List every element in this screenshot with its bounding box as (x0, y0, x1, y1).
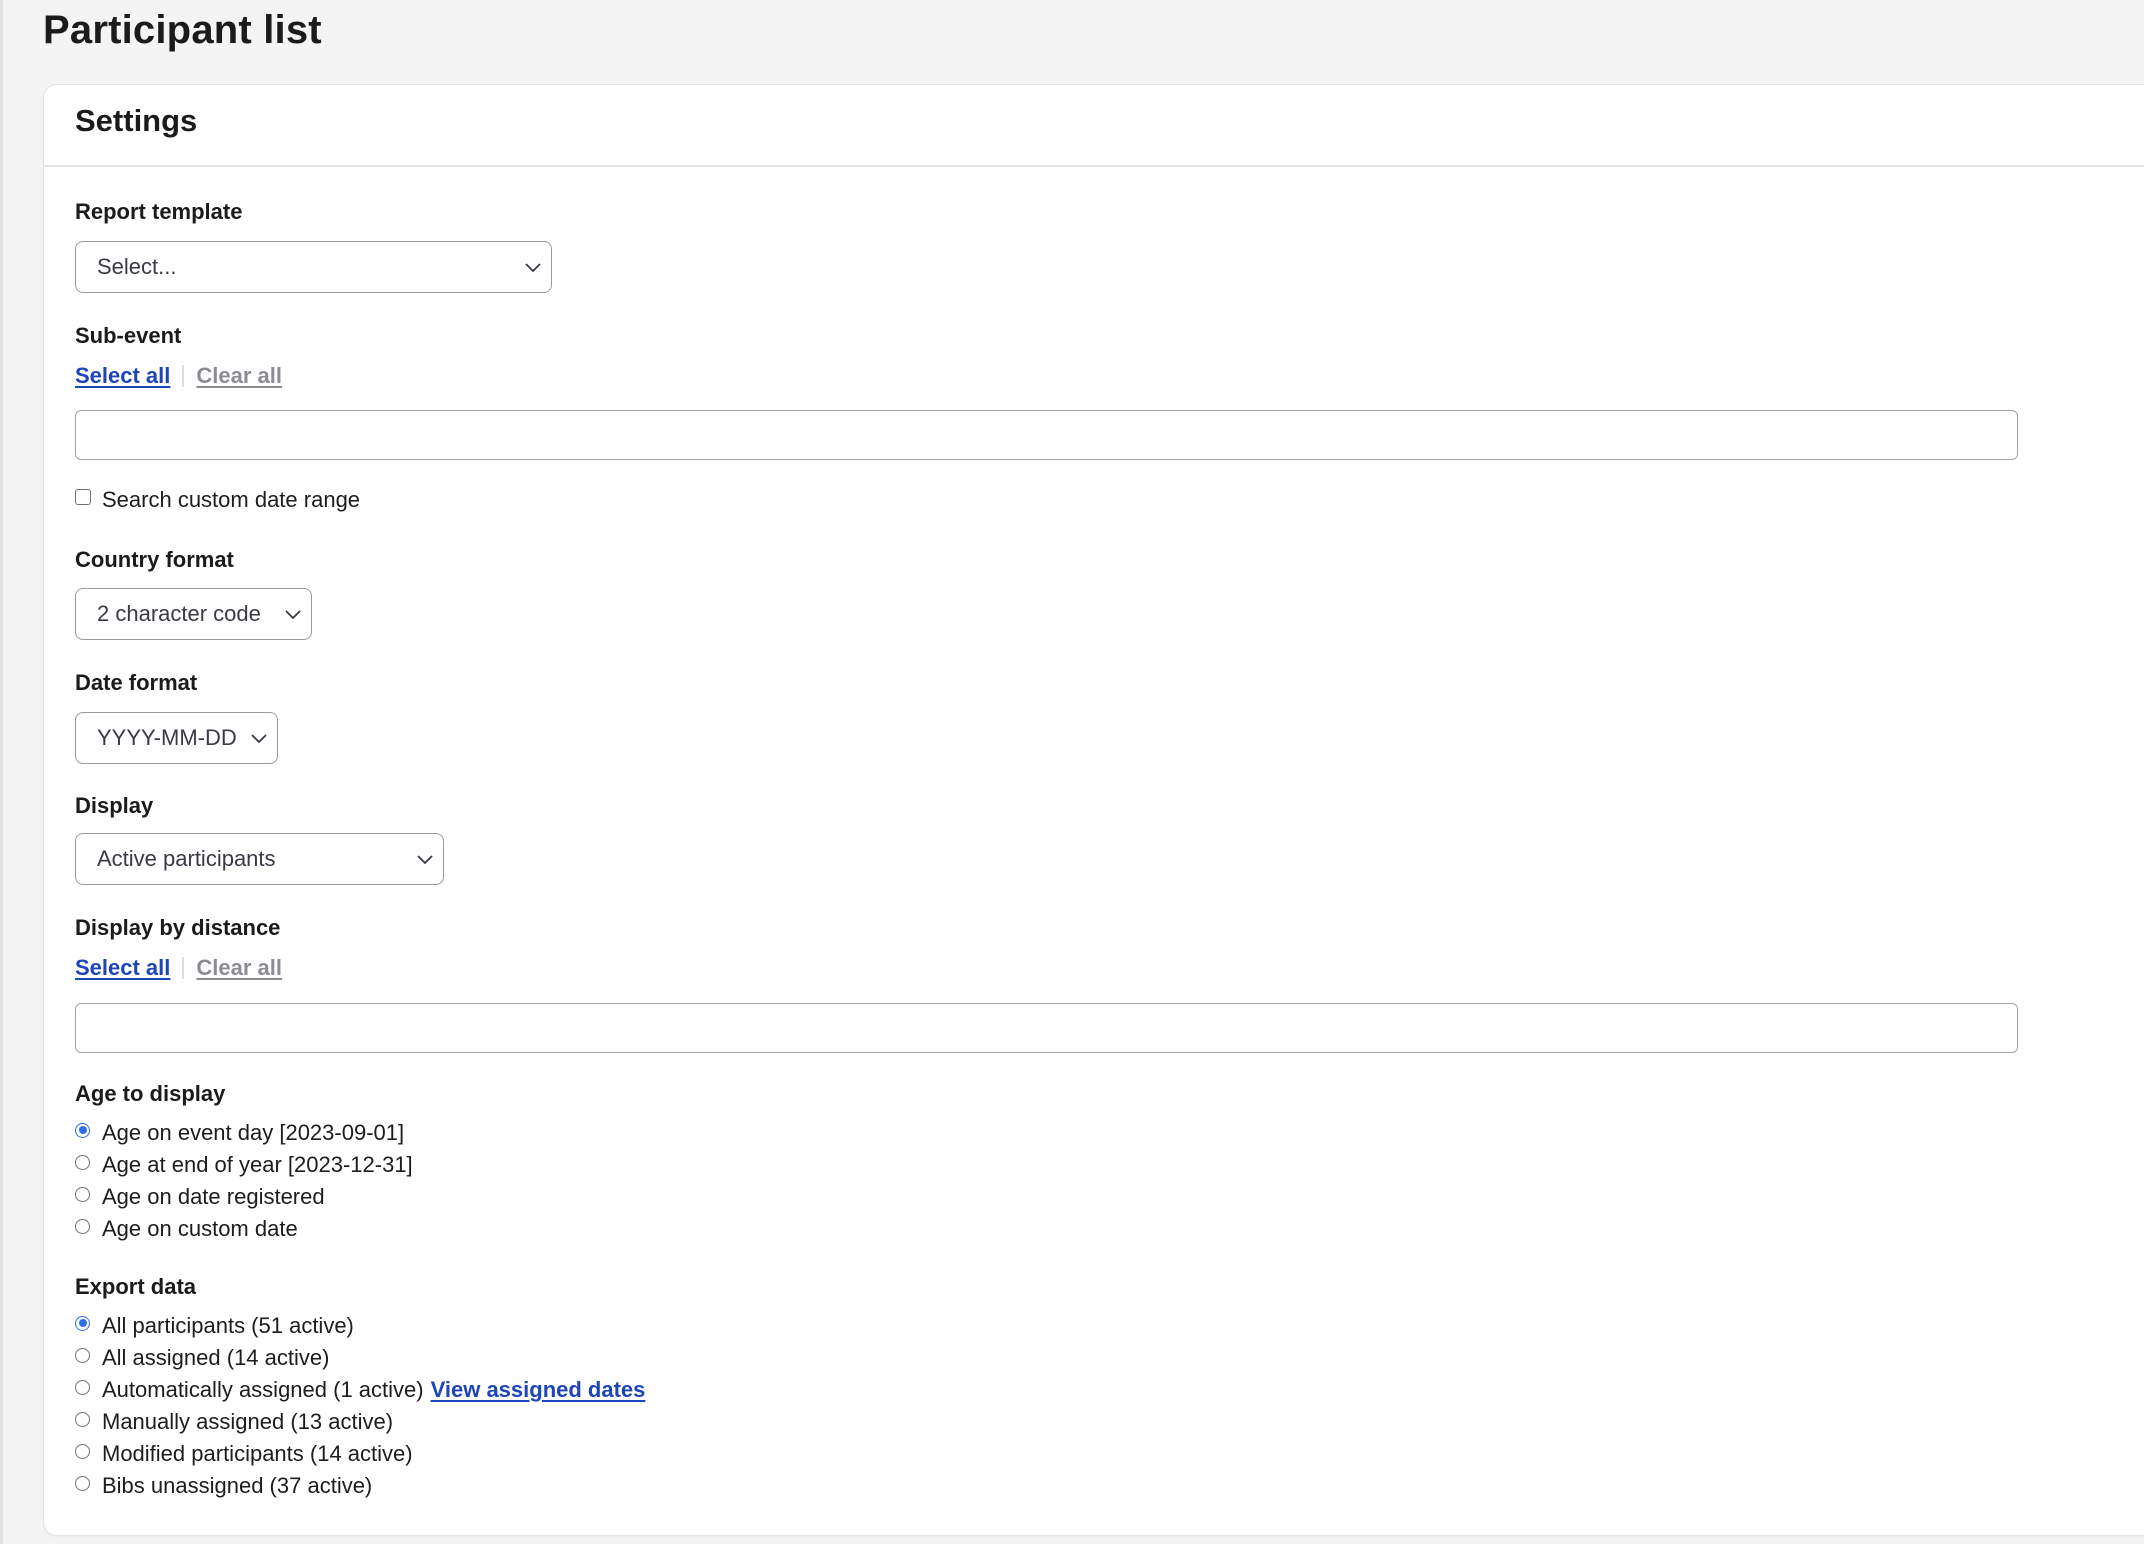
age-option-end-of-year[interactable]: Age at end of year [2023-12-31] (75, 1150, 413, 1180)
export-option-label: All assigned (14 active) (102, 1345, 330, 1370)
sub-event-multiselect[interactable] (75, 410, 2018, 460)
export-option-all-assigned[interactable]: All assigned (14 active) (75, 1343, 329, 1373)
country-format-value: 2 character code (97, 601, 261, 626)
country-format-select[interactable]: 2 character code (75, 588, 312, 640)
chevron-down-icon (251, 734, 267, 744)
export-option-label: Manually assigned (13 active) (102, 1409, 394, 1434)
distance-clear-all-link[interactable]: Clear all (196, 955, 282, 981)
radio-button[interactable] (75, 1475, 90, 1491)
custom-date-range-row[interactable]: Search custom date range (75, 487, 360, 513)
radio-button[interactable] (75, 1154, 90, 1170)
age-option-label: Age on event day [2023-09-01] (102, 1120, 405, 1145)
export-option-label: Bibs unassigned (37 active) (102, 1473, 373, 1498)
export-option-all-participants[interactable]: All participants (51 active) (75, 1311, 354, 1341)
radio-button[interactable] (75, 1379, 90, 1395)
custom-date-range-checkbox[interactable] (75, 489, 91, 505)
sub-event-label: Sub-event (75, 323, 182, 348)
radio-button[interactable] (75, 1218, 90, 1234)
radio-button[interactable] (75, 1411, 90, 1427)
custom-date-range-label: Search custom date range (102, 487, 361, 512)
age-option-event-day[interactable]: Age on event day [2023-09-01] (75, 1118, 404, 1148)
age-option-label: Age on date registered (102, 1184, 325, 1209)
radio-button[interactable] (75, 1186, 90, 1202)
distance-links: Select all Clear all (75, 955, 282, 981)
radio-button[interactable] (75, 1122, 90, 1138)
age-option-custom-date[interactable]: Age on custom date (75, 1214, 298, 1244)
link-separator (182, 365, 185, 387)
radio-button[interactable] (75, 1347, 90, 1363)
chevron-down-icon (525, 263, 541, 273)
age-option-label: Age on custom date (102, 1216, 298, 1241)
export-option-manually-assigned[interactable]: Manually assigned (13 active) (75, 1407, 393, 1437)
settings-card-header: Settings (44, 85, 2144, 167)
export-option-label: Modified participants (14 active) (102, 1441, 413, 1466)
age-to-display-label: Age to display (75, 1081, 226, 1106)
sub-event-clear-all-link[interactable]: Clear all (196, 363, 282, 389)
display-select[interactable]: Active participants (75, 833, 444, 885)
display-by-distance-label: Display by distance (75, 915, 281, 940)
report-template-label: Report template (75, 199, 243, 224)
report-template-select[interactable]: Select... (75, 241, 552, 293)
export-option-auto-assigned[interactable]: Automatically assigned (1 active) View a… (75, 1375, 645, 1405)
chevron-down-icon (417, 855, 433, 865)
sub-event-links: Select all Clear all (75, 363, 282, 389)
window-edge (0, 0, 3, 1544)
display-label: Display (75, 793, 154, 818)
date-format-label: Date format (75, 670, 198, 695)
distance-multiselect[interactable] (75, 1003, 2018, 1053)
export-option-label: Automatically assigned (1 active) (102, 1377, 424, 1402)
page-title: Participant list (43, 8, 322, 52)
view-assigned-dates-link[interactable]: View assigned dates (431, 1377, 646, 1403)
link-separator (182, 957, 185, 979)
export-data-label: Export data (75, 1274, 197, 1299)
export-option-bibs-unassigned[interactable]: Bibs unassigned (37 active) (75, 1471, 372, 1501)
export-option-label: All participants (51 active) (102, 1313, 354, 1338)
date-format-value: YYYY-MM-DD (97, 725, 237, 750)
settings-title: Settings (75, 103, 198, 138)
age-option-label: Age at end of year [2023-12-31] (102, 1152, 413, 1177)
radio-button[interactable] (75, 1315, 90, 1331)
display-value: Active participants (97, 846, 276, 871)
country-format-label: Country format (75, 547, 234, 572)
export-option-modified[interactable]: Modified participants (14 active) (75, 1439, 413, 1469)
report-template-value: Select... (97, 254, 177, 279)
sub-event-select-all-link[interactable]: Select all (75, 363, 170, 389)
age-option-date-registered[interactable]: Age on date registered (75, 1182, 325, 1212)
settings-card: Settings Report template Select... Sub-e… (43, 84, 2144, 1536)
date-format-select[interactable]: YYYY-MM-DD (75, 712, 278, 764)
chevron-down-icon (285, 610, 301, 620)
distance-select-all-link[interactable]: Select all (75, 955, 170, 981)
radio-button[interactable] (75, 1443, 90, 1459)
